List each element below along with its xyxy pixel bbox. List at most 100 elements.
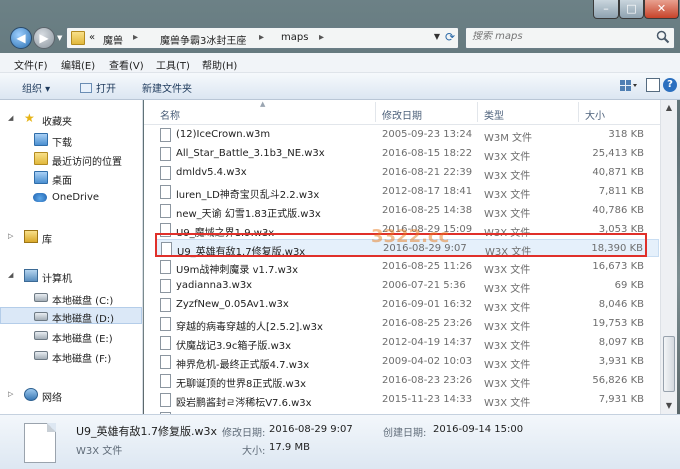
file-row[interactable]: 殴岩鹏酱封ㄹ涔稀枟V7.6.w3x 2015-11-23 14:33 W3X 文件 7… (155, 391, 659, 409)
nav-favorites[interactable]: ◢ ★ 收藏夹 (0, 110, 142, 128)
column-type[interactable]: 类型 (484, 107, 504, 122)
address-bar[interactable]: « 魔兽 ▸ 魔兽争霸3冰封王座 ▸ maps ▸ ▼ ⟳ (66, 27, 459, 49)
file-type: W3X 文件 (484, 359, 531, 371)
nav-drive-d[interactable]: 本地磁盘 (D:) (0, 307, 142, 325)
file-size: 8,046 KB (598, 299, 644, 311)
file-date: 2016-09-01 16:32 (382, 299, 473, 311)
history-dropdown-icon[interactable]: ▼ (57, 34, 62, 42)
nav-downloads[interactable]: 下载 (0, 131, 142, 149)
back-button[interactable]: ◀ (10, 27, 32, 49)
file-row[interactable]: (12)IceCrown.w3m 2005-09-23 13:24 W3M 文件 31… (155, 126, 659, 144)
details-size-value: 17.9 MB (269, 442, 310, 453)
help-icon[interactable]: ? (663, 78, 677, 92)
breadcrumb-separator-icon[interactable]: ▸ (133, 32, 138, 43)
expand-icon[interactable]: ▷ (8, 232, 13, 240)
file-row[interactable]: All_Star_Battle_3.1b3_NE.w3x 2016-08-15 1… (155, 145, 659, 163)
menu-help[interactable]: 帮助(H) (202, 57, 237, 72)
file-type: W3X 文件 (484, 397, 531, 409)
drive-icon (34, 351, 48, 360)
file-size: 318 KB (608, 129, 644, 140)
expand-icon[interactable]: ▷ (8, 390, 13, 398)
collapse-icon[interactable]: ◢ (8, 271, 13, 279)
vertical-scrollbar[interactable]: ▲ ▼ (660, 100, 677, 414)
watermark: 3322.cc (371, 226, 450, 247)
file-row[interactable]: ZyzfNew_0.05Av1.w3x 2016-09-01 16:32 W3X 文… (155, 296, 659, 314)
scroll-thumb[interactable] (663, 336, 675, 392)
close-button[interactable]: ✕ (644, 0, 679, 19)
breadcrumb-separator-icon[interactable]: ▸ (259, 32, 264, 43)
column-name[interactable]: 名称 (160, 107, 180, 122)
maximize-button[interactable]: □ (619, 0, 644, 19)
organize-button[interactable]: 组织 ▾ (22, 80, 50, 95)
nav-computer[interactable]: ◢ 计算机 (0, 267, 142, 285)
breadcrumb-item[interactable]: 魔兽争霸3冰封王座 (160, 32, 246, 47)
file-name: U9m战神刺魔录 v1.7.w3x (176, 265, 299, 277)
file-row[interactable]: 无聊诞顶的世界8正式版.w3x 2016-08-23 23:26 W3X 文件 56,… (155, 372, 659, 390)
nav-drive-f[interactable]: 本地磁盘 (F:) (0, 347, 142, 365)
column-size[interactable]: 大小 (585, 107, 605, 122)
nav-library[interactable]: ▷ 库 (0, 228, 142, 246)
onedrive-cloud-icon (33, 193, 47, 202)
file-row[interactable]: 穿越的病毒穿越的人[2.5.2].w3x 2016-08-25 23:26 W3X … (155, 315, 659, 333)
nav-onedrive[interactable]: OneDrive (0, 189, 142, 206)
breadcrumb-separator-icon[interactable]: ▸ (319, 32, 324, 43)
column-divider[interactable] (375, 102, 376, 122)
new-folder-button[interactable]: 新建文件夹 (142, 80, 192, 95)
forward-button[interactable]: ▶ (33, 27, 55, 49)
file-row[interactable]: new_天谕 幻雪1.83正式版.w3x 2016-08-25 14:38 W3X … (155, 202, 659, 220)
file-name: 神界危机-最终正式版4.7.w3x (176, 359, 310, 371)
menu-edit[interactable]: 编辑(E) (61, 57, 95, 72)
minimize-button[interactable]: – (593, 0, 619, 19)
breadcrumb-overflow[interactable]: « (89, 32, 95, 43)
menu-view[interactable]: 查看(V) (109, 57, 144, 72)
recent-places-icon (34, 152, 48, 165)
nav-desktop[interactable]: 桌面 (0, 169, 142, 187)
file-type: W3X 文件 (484, 265, 531, 277)
file-row[interactable]: 神界危机-最终正式版4.7.w3x 2009-04-02 10:03 W3X 文件 3… (155, 353, 659, 371)
file-size: 69 KB (614, 280, 644, 292)
details-created-label: 创建日期: (383, 428, 427, 439)
search-box[interactable] (465, 27, 675, 49)
file-type: W3X 文件 (484, 151, 531, 163)
address-dropdown-icon[interactable]: ▼ (434, 32, 440, 41)
nav-label: OneDrive (52, 192, 100, 203)
column-divider[interactable] (477, 102, 478, 122)
nav-recent[interactable]: 最近访问的位置 (0, 150, 142, 168)
file-row[interactable]: U9m战神刺魔录 v1.7.w3x 2016-08-25 11:26 W3X 文件 1… (155, 258, 659, 276)
search-icon[interactable] (656, 30, 670, 44)
file-row[interactable]: yadianna3.w3x 2006-07-21 5:36 W3X 文件 69 KB (155, 277, 659, 295)
menu-file[interactable]: 文件(F) (14, 57, 48, 72)
network-icon (24, 388, 38, 401)
preview-pane-icon[interactable] (646, 78, 660, 92)
column-date[interactable]: 修改日期 (382, 107, 422, 122)
breadcrumb-item[interactable]: maps (281, 32, 308, 43)
star-icon: ★ (24, 111, 35, 125)
breadcrumb-item[interactable]: 魔兽 (103, 32, 123, 47)
file-type: W3X 文件 (484, 340, 531, 352)
file-date: 2016-08-15 18:22 (382, 147, 473, 159)
file-size: 19,753 KB (592, 318, 644, 329)
scroll-down-icon[interactable]: ▼ (661, 398, 677, 414)
file-icon (160, 335, 171, 350)
details-modified-value: 2016-08-29 9:07 (269, 424, 353, 435)
refresh-icon[interactable]: ⟳ (445, 30, 455, 44)
file-size: 56,826 KB (592, 374, 644, 386)
nav-drive-e[interactable]: 本地磁盘 (E:) (0, 327, 142, 345)
file-name: 伏魔战记3.9c箱子版.w3x (176, 340, 292, 352)
file-row[interactable]: luren_LD神奇宝贝乱斗2.2.w3x 2012-08-17 18:41 W3X… (155, 183, 659, 201)
collapse-icon[interactable]: ◢ (8, 114, 13, 122)
file-size: 40,871 KB (592, 166, 644, 178)
view-options-icon[interactable] (618, 78, 638, 94)
file-row[interactable]: dmldv5.4.w3x 2016-08-21 22:39 W3X 文件 40,871… (155, 164, 659, 182)
menu-tools[interactable]: 工具(T) (156, 57, 190, 72)
file-icon (160, 317, 171, 331)
nav-network[interactable]: ▷ 网络 (0, 386, 142, 404)
scroll-up-icon[interactable]: ▲ (661, 100, 677, 116)
library-icon (24, 230, 38, 243)
search-input[interactable] (472, 31, 652, 42)
open-button[interactable]: 打开 (80, 80, 116, 95)
column-divider[interactable] (578, 102, 579, 122)
file-row[interactable]: 伏魔战记3.9c箱子版.w3x 2012-04-19 14:37 W3X 文件 8,0… (155, 334, 659, 352)
nav-drive-c[interactable]: 本地磁盘 (C:) (0, 289, 142, 307)
file-name: 无聊诞顶的世界8正式版.w3x (176, 378, 306, 390)
